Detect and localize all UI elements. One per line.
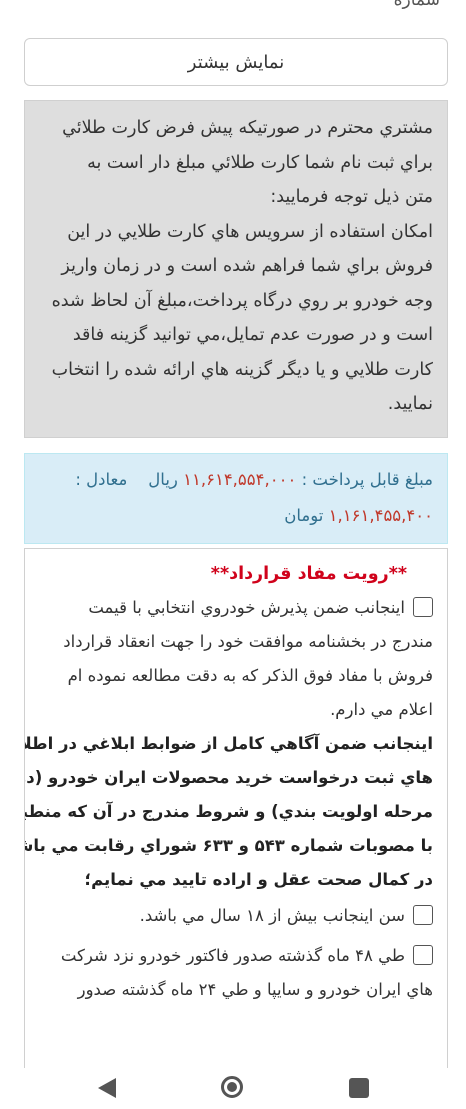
- notice-line: فروش براي شما فراهم شده است و در زمان وا…: [61, 256, 433, 276]
- contract-item-text: طي ۴۸ ماه گذشته صدور فاكتور خودرو نزد شر…: [60, 946, 405, 965]
- contract-item-text: فروش با مفاد فوق الذكر كه به دقت مطالعه …: [67, 666, 433, 685]
- show-more-button[interactable]: نمايش بيشتر: [24, 38, 448, 86]
- golden-card-notice: مشتري محترم در صورتيكه پيش فرض كارت طلائ…: [24, 100, 448, 438]
- system-navigation-bar: [0, 1068, 466, 1109]
- amount-toman: ۱,۱۶۱,۴۵۵,۴۰۰: [328, 506, 433, 525]
- payment-amount-box: مبلغ قابل پرداخت : ۱۱,۶۱۴,۵۵۴,۰۰۰ ريال م…: [24, 453, 448, 544]
- equal-label: معادل :: [75, 470, 128, 489]
- rial-unit: ريال: [148, 470, 178, 489]
- back-icon[interactable]: [98, 1078, 116, 1098]
- confirmation-text: مرحله اولويت بندي) و شروط مندرج در آن كه…: [24, 802, 433, 821]
- notice-line: مشتري محترم در صورتيكه پيش فرض كارت طلائ…: [62, 118, 433, 138]
- recent-apps-icon[interactable]: [349, 1078, 369, 1098]
- amount-rial: ۱۱,۶۱۴,۵۵۴,۰۰۰: [183, 470, 297, 489]
- invoice-history-checkbox[interactable]: [413, 945, 433, 965]
- contract-item-text: هاي ايران خودرو و سايپا و طي ۲۴ ماه گذشت…: [77, 980, 433, 999]
- home-icon[interactable]: [221, 1076, 243, 1098]
- contract-item-text: اعلام مي دارم.: [330, 700, 433, 719]
- contract-item-text: مندرج در بخشنامه موافقت خود را جهت انعقا…: [63, 632, 433, 651]
- notice-line: امكان استفاده از سرويس هاي كارت طلايي در…: [67, 221, 433, 242]
- confirmation-text: هاي ثبت درخواست خريد محصولات ايران خودرو…: [24, 768, 433, 787]
- toman-unit: تومان: [284, 506, 324, 525]
- contract-terms-panel: **رويت مفاد قرارداد** اينجانب ضمن پذيرش …: [24, 548, 448, 1068]
- notice-line: براي ثبت نام شما كارت طلائي مبلغ دار است…: [87, 152, 433, 173]
- confirmation-text: اينجانب ضمن آگاهي كامل از ضوابط ابلاغي د…: [24, 734, 433, 753]
- contract-item-2: سن اينجانب بيش از ۱۸ سال مي باشد.: [39, 899, 433, 933]
- notice-line: وجه خودرو بر روي درگاه پرداخت،مبلغ آن لح…: [51, 290, 433, 311]
- contract-item-text: سن اينجانب بيش از ۱۸ سال مي باشد.: [139, 906, 405, 925]
- payment-line-toman: ۱,۱۶۱,۴۵۵,۴۰۰ تومان: [39, 498, 433, 534]
- contract-item-1: اينجانب ضمن پذيرش خودروي انتخابي با قيمت: [39, 591, 433, 625]
- contract-item-text: اينجانب ضمن پذيرش خودروي انتخابي با قيمت: [88, 598, 405, 617]
- notice-line: است و در صورت عدم تمايل،مي توانيد گزينه …: [72, 325, 433, 345]
- payment-label: مبلغ قابل پرداخت :: [301, 470, 433, 489]
- contract-title: **رويت مفاد قرارداد**: [210, 564, 407, 584]
- confirmation-text: با مصوبات شماره ۵۴۳ و ۶۳۳ شوراي رقابت مي…: [25, 836, 433, 855]
- age-checkbox[interactable]: [413, 905, 433, 925]
- notice-line: متن ذيل توجه فرماييد:: [270, 187, 433, 207]
- notice-line: نماييد.: [387, 394, 433, 414]
- previous-field-label: شماره: [393, 0, 440, 10]
- accept-contract-checkbox[interactable]: [413, 597, 433, 617]
- payment-line-rial: مبلغ قابل پرداخت : ۱۱,۶۱۴,۵۵۴,۰۰۰ ريال م…: [39, 462, 433, 498]
- notice-line: كارت طلايي و يا ديگر گزينه هاي ارائه شده…: [51, 359, 433, 380]
- confirmation-text: در كمال صحت عقل و اراده تاييد مي نمايم؛: [84, 870, 434, 889]
- contract-item-3: طي ۴۸ ماه گذشته صدور فاكتور خودرو نزد شر…: [39, 939, 433, 973]
